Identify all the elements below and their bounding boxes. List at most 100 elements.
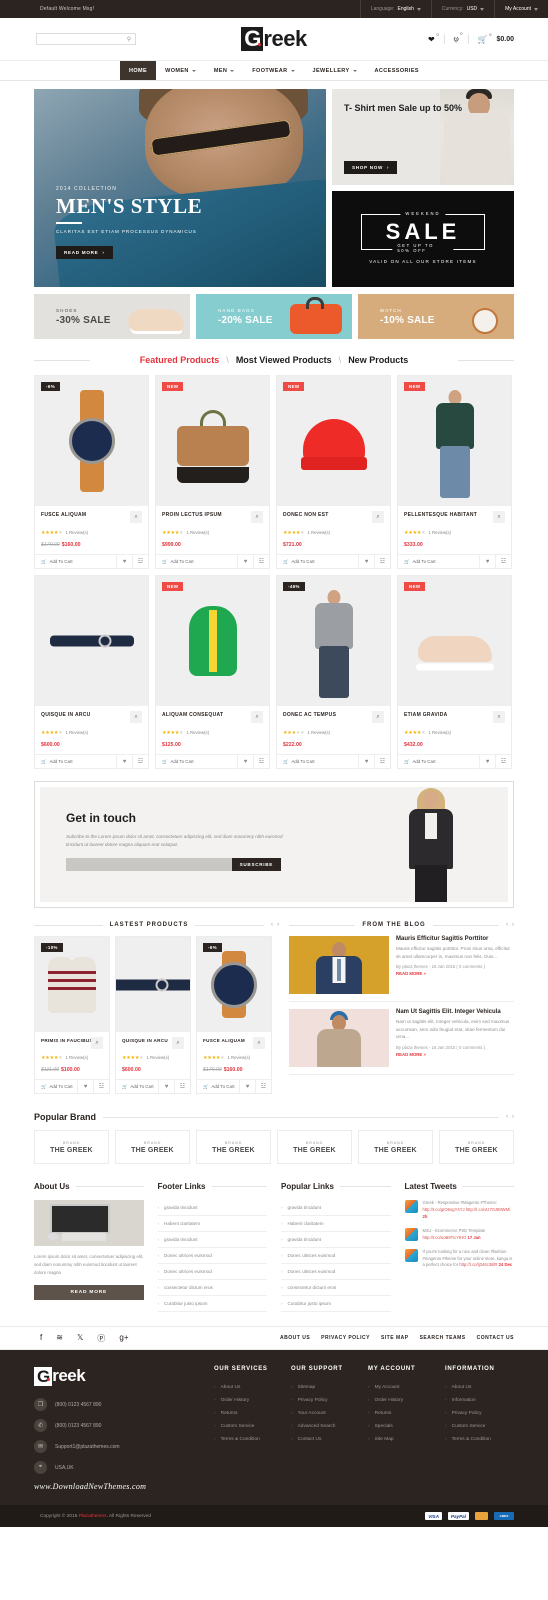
wishlist-icon[interactable]: ♥ xyxy=(116,554,132,569)
footer-link[interactable]: › Curabitur justo ipsum xyxy=(157,1296,267,1312)
brand-card[interactable]: BRAND THE GREEK xyxy=(115,1130,190,1164)
tab-new-products[interactable]: New Products xyxy=(341,355,415,365)
footer-column-link[interactable]: › Contact Us xyxy=(291,1433,360,1446)
google-plus-icon[interactable]: g+ xyxy=(119,1333,128,1344)
next-arrow-icon[interactable]: › xyxy=(277,922,279,928)
footer-column-link[interactable]: › Custom Service xyxy=(445,1420,514,1433)
add-to-cart-button[interactable]: 🛒 Add To Cart xyxy=(35,1084,77,1090)
footer-column-link[interactable]: › My Account xyxy=(368,1381,437,1394)
wishlist-icon[interactable]: ♥ xyxy=(479,754,495,769)
tweet-link[interactable]: http://t.co/gIO6ogY4YJ xyxy=(423,1207,465,1212)
popular-link[interactable]: › consectetur dictum eros xyxy=(281,1280,391,1296)
hero-read-more-button[interactable]: READ MORE › xyxy=(56,246,113,259)
wishlist-icon[interactable]: ♥ xyxy=(158,1079,174,1094)
footer-column-link[interactable]: › Site Map xyxy=(368,1433,437,1446)
product-card[interactable]: NEW ETIAM GRAVIDA ★★★★★ 1 Review(s) $432.00 ⌕… xyxy=(397,575,512,769)
footer-column-link[interactable]: › Advanced Search xyxy=(291,1420,360,1433)
wishlist-icon[interactable]: ♥ xyxy=(358,754,374,769)
footer-column-link[interactable]: › About Us xyxy=(445,1381,514,1394)
footer-column-link[interactable]: › Specials xyxy=(368,1420,437,1433)
popular-link[interactable]: › Habent claritatem xyxy=(281,1216,391,1232)
compare-icon[interactable]: ☳ xyxy=(253,754,269,769)
prev-arrow-icon[interactable]: ‹ xyxy=(506,1114,508,1120)
compare-icon[interactable]: ⍹ 0 xyxy=(454,31,463,44)
strip-link[interactable]: SITE MAP xyxy=(381,1335,409,1341)
twitter-icon[interactable]: 𝕏 xyxy=(77,1333,83,1344)
compare-icon[interactable]: ☳ xyxy=(495,754,511,769)
tab-featured-products[interactable]: Featured Products xyxy=(133,355,227,365)
nav-item-jewellery[interactable]: JEWELLERY xyxy=(304,61,366,80)
footer-column-link[interactable]: › Order History xyxy=(214,1394,283,1407)
quick-view-icon[interactable]: ⌕ xyxy=(172,1037,184,1049)
tweet-link[interactable]: http://t.co/vU7OJ88WMl xyxy=(466,1207,510,1212)
footer-logo[interactable]: Greek xyxy=(34,1366,204,1386)
newsletter-email-input[interactable] xyxy=(66,857,232,871)
quick-view-icon[interactable]: ⌕ xyxy=(91,1037,103,1049)
add-to-cart-button[interactable]: 🛒 Add To Cart xyxy=(277,759,358,765)
popular-link[interactable]: › Donec ultrices euismod xyxy=(281,1248,391,1264)
footer-link[interactable]: › Habent claritatem xyxy=(157,1216,267,1232)
search-box[interactable]: ⚲ xyxy=(36,33,136,45)
brand-card[interactable]: BRAND THE GREEK xyxy=(277,1130,352,1164)
blog-read-more-link[interactable]: READ MORE » xyxy=(396,1052,514,1057)
popular-link[interactable]: › gravida tincidunt xyxy=(281,1200,391,1216)
footer-column-link[interactable]: › Privacy Policy xyxy=(291,1394,360,1407)
brand-card[interactable]: BRAND THE GREEK xyxy=(439,1130,514,1164)
add-to-cart-button[interactable]: 🛒 Add To Cart xyxy=(398,759,479,765)
strip-link[interactable]: SEARCH TEAMS xyxy=(420,1335,466,1341)
compare-icon[interactable]: ☳ xyxy=(495,554,511,569)
footer-column-link[interactable]: › Privacy Policy xyxy=(445,1407,514,1420)
footer-column-link[interactable]: › Terms & Condition xyxy=(445,1433,514,1446)
quick-view-icon[interactable]: ⌕ xyxy=(253,1037,265,1049)
rss-icon[interactable]: ≋ xyxy=(56,1333,63,1344)
blog-post[interactable]: Mauris Efficitur Sagittis Porttitor Mauri… xyxy=(289,936,514,1002)
brand-card[interactable]: BRAND THE GREEK xyxy=(34,1130,109,1164)
category-promo-watch[interactable]: WATCH -10% SALE xyxy=(358,294,514,339)
footer-column-link[interactable]: › Order History xyxy=(368,1394,437,1407)
footer-column-link[interactable]: › Your Account xyxy=(291,1407,360,1420)
quick-view-icon[interactable]: ⌕ xyxy=(251,711,263,723)
compare-icon[interactable]: ☳ xyxy=(253,554,269,569)
nav-item-home[interactable]: HOME xyxy=(120,61,157,80)
product-card[interactable]: -6% FUSCE ALIQUAM ★★★★★ 1 Review(s) $170.00 $… xyxy=(196,936,272,1094)
shop-now-button[interactable]: SHOP NOW › xyxy=(344,161,398,174)
product-card[interactable]: -6% FUSCE ALIQUAM ★★★★★ 1 Review(s) $170.00 $… xyxy=(34,375,149,569)
nav-item-women[interactable]: WOMEN xyxy=(156,61,205,80)
search-input[interactable] xyxy=(37,36,123,42)
add-to-cart-button[interactable]: 🛒 Add To Cart xyxy=(116,1084,158,1090)
product-card[interactable]: NEW DONEC NON EST ★★★★★ 1 Review(s) $721.00 ⌕… xyxy=(276,375,391,569)
compare-icon[interactable]: ☳ xyxy=(132,754,148,769)
blog-read-more-link[interactable]: READ MORE » xyxy=(396,971,514,976)
add-to-cart-button[interactable]: 🛒 Add To Cart xyxy=(156,759,237,765)
popular-link[interactable]: › gravida tincidunt xyxy=(281,1232,391,1248)
footer-column-link[interactable]: › Returns xyxy=(368,1407,437,1420)
wishlist-icon[interactable]: ♥ xyxy=(237,754,253,769)
blog-post[interactable]: Nam Ut Sagittis Elit. Integer Vehicula Na… xyxy=(289,1009,514,1075)
add-to-cart-button[interactable]: 🛒 Add To Cart xyxy=(35,559,116,565)
footer-link[interactable]: › gravida tincidunt xyxy=(157,1232,267,1248)
nav-item-men[interactable]: MEN xyxy=(205,61,243,80)
product-card[interactable]: -46% DONEC AC TEMPUS ★★★★★ 1 Review(s) $222.… xyxy=(276,575,391,769)
nav-item-accessories[interactable]: ACCESSORIES xyxy=(366,61,428,80)
footer-column-link[interactable]: › Custom Service xyxy=(214,1420,283,1433)
nav-item-footwear[interactable]: FOOTWEAR xyxy=(243,61,303,80)
tweet-link[interactable]: http://t.co/uoB8TicYtHO xyxy=(423,1235,467,1240)
compare-icon[interactable]: ☳ xyxy=(255,1079,271,1094)
currency-selector[interactable]: Currency: USD xyxy=(430,0,494,18)
product-card[interactable]: NEW ALIQUAM CONSEQUAT ★★★★★ 1 Review(s) $125… xyxy=(155,575,270,769)
tab-most-viewed-products[interactable]: Most Viewed Products xyxy=(229,355,339,365)
popular-link[interactable]: › Curabitur justo ipsum xyxy=(281,1296,391,1312)
add-to-cart-button[interactable]: 🛒 Add To Cart xyxy=(156,559,237,565)
footer-column-link[interactable]: › Information xyxy=(445,1394,514,1407)
language-selector[interactable]: Language: English xyxy=(359,0,431,18)
strip-link[interactable]: ABOUT US xyxy=(280,1335,310,1341)
brand-card[interactable]: BRAND THE GREEK xyxy=(196,1130,271,1164)
quick-view-icon[interactable]: ⌕ xyxy=(251,511,263,523)
product-card[interactable]: QUISQUE IN ARCU ★★★★★ 1 Review(s) $600.00 ⌕ 🛒… xyxy=(115,936,191,1094)
pinterest-icon[interactable]: Ⓟ xyxy=(97,1333,105,1344)
compare-icon[interactable]: ☳ xyxy=(93,1079,109,1094)
footer-link[interactable]: › Donec ultrices euismod xyxy=(157,1264,267,1280)
quick-view-icon[interactable]: ⌕ xyxy=(130,711,142,723)
prev-arrow-icon[interactable]: ‹ xyxy=(271,922,273,928)
wishlist-icon[interactable]: ❤ 0 xyxy=(428,32,439,44)
